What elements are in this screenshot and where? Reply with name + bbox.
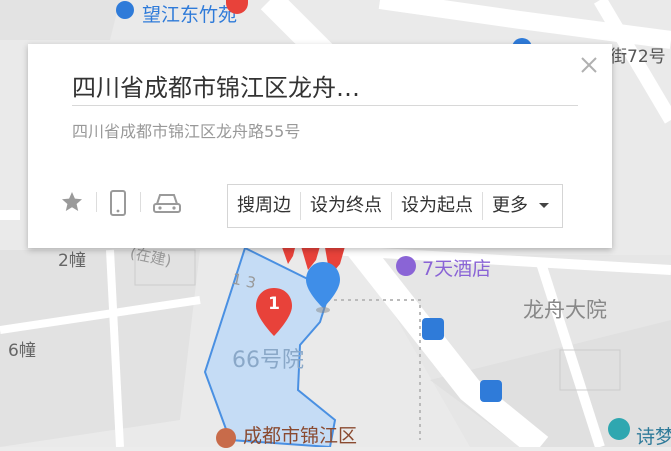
gov-building-icon xyxy=(216,428,236,448)
hotel-icon xyxy=(396,256,416,276)
district-label[interactable]: 成都市锦江区 xyxy=(243,421,357,448)
search-nearby-button[interactable]: 搜周边 xyxy=(228,192,301,220)
set-origin-button[interactable]: 设为起点 xyxy=(392,192,483,220)
bus-stop-icon[interactable] xyxy=(422,318,444,340)
star-icon[interactable] xyxy=(60,190,84,214)
poi-label-top[interactable]: 望江东竹苑 xyxy=(142,0,237,27)
hotel-label[interactable]: 7天酒店 xyxy=(422,254,491,281)
chevron-down-icon xyxy=(539,203,549,208)
title-divider xyxy=(72,105,578,106)
place-title: 四川省成都市锦江区龙舟… xyxy=(72,74,360,102)
car-icon[interactable] xyxy=(152,190,182,216)
set-destination-button[interactable]: 设为终点 xyxy=(301,192,392,220)
bus-stop-icon[interactable] xyxy=(480,380,502,402)
building-label-6: 6幢 xyxy=(8,341,36,361)
icon-divider xyxy=(96,192,97,212)
poi-label-bottom-right[interactable]: 诗梦 xyxy=(636,422,671,449)
yard-label: 66号院 xyxy=(232,348,304,373)
complex-label: 龙舟大院 xyxy=(523,298,607,322)
close-icon[interactable] xyxy=(578,54,600,76)
more-label: 更多 xyxy=(492,195,528,216)
building-label-2: 2幢 xyxy=(58,251,86,271)
street-label: 街72号 xyxy=(610,47,666,67)
poi-pin-icon xyxy=(116,1,134,19)
place-info-card: 四川省成都市锦江区龙舟… 四川省成都市锦江区龙舟路55号 搜周边 设为终点 设为… xyxy=(28,44,612,248)
icon-divider xyxy=(140,192,141,212)
poi-icon-bottom-right xyxy=(608,418,630,440)
selected-location-marker[interactable] xyxy=(305,262,345,314)
more-button[interactable]: 更多 xyxy=(483,192,562,220)
action-bar: 搜周边 设为终点 设为起点 更多 xyxy=(227,184,563,228)
phone-icon[interactable] xyxy=(108,190,128,216)
place-address: 四川省成都市锦江区龙舟路55号 xyxy=(72,122,301,141)
marker-number: 1 xyxy=(268,294,280,314)
